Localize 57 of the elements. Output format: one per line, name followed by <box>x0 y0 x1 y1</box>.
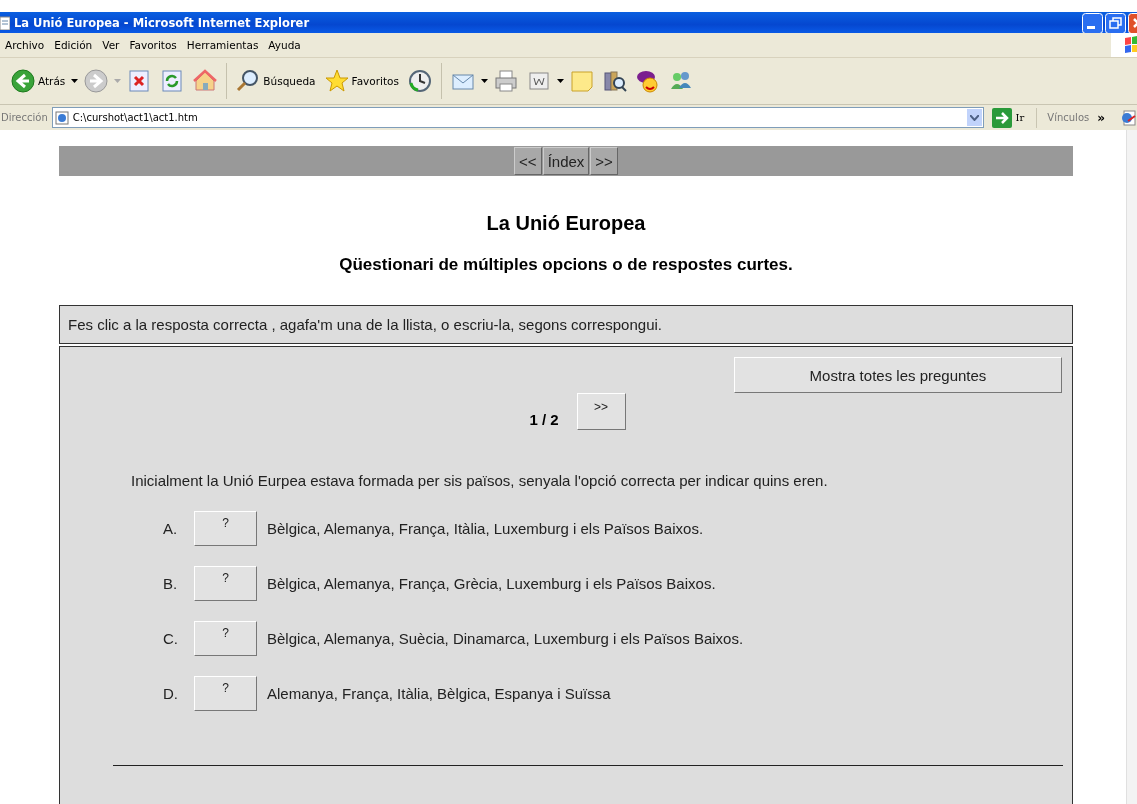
option-text: Bèlgica, Alemanya, Suècia, Dinamarca, Luxemburg i els Països Baixos. <box>267 630 744 647</box>
answer-button[interactable]: ? <box>194 511 257 546</box>
menu-item[interactable]: Ayuda <box>263 37 306 53</box>
address-field[interactable]: C:\curshot\act1\act1.htm <box>51 107 984 128</box>
show-all-button[interactable]: Mostra totes les preguntes <box>734 357 1062 393</box>
go-button[interactable]: Ir <box>987 107 1038 128</box>
back-button[interactable]: Atrás <box>8 67 69 95</box>
question-counter: 1 / 2 <box>529 411 559 428</box>
dropdown-arrow-icon[interactable] <box>71 79 79 83</box>
document-icon <box>1121 109 1137 126</box>
question-text: Inicialment la Unió Eurpea estava formada per sis països, senyala l'opció correcta per indicar quins eren. <box>131 472 829 489</box>
magnifier-icon <box>236 69 261 93</box>
answer-button[interactable]: ? <box>194 676 257 711</box>
nav-button[interactable]: Índex <box>542 147 590 175</box>
star-icon <box>324 69 349 93</box>
links-button[interactable]: Vínculos » <box>1041 110 1111 125</box>
dropdown-arrow-icon[interactable] <box>556 79 564 83</box>
menu-item[interactable]: Edición <box>49 37 98 53</box>
page-subtitle: Qüestionari de múltiples opcions o de respostes curtes. <box>338 255 794 275</box>
smiley-icon <box>635 69 660 93</box>
minimize-icon[interactable] <box>1082 13 1103 34</box>
option-letter: B. <box>163 575 179 592</box>
note-icon <box>569 69 594 93</box>
window-title: La Unió Europea - Microsoft Internet Explorer <box>14 15 310 30</box>
instructions-box: Fes clic a la resposta correcta , agafa'm una de la llista, o escriu-la, segons correspongui. <box>59 305 1073 344</box>
refresh-icon <box>160 69 185 93</box>
menu-item[interactable]: Herramientas <box>181 37 264 53</box>
option-letter: A. <box>163 520 179 537</box>
scrollbar[interactable] <box>1126 130 1137 804</box>
dropdown-arrow-icon[interactable] <box>480 79 488 83</box>
nav-button[interactable]: >> <box>590 147 618 175</box>
clock-icon <box>407 69 432 93</box>
answer-button[interactable]: ? <box>194 566 257 601</box>
nav-button[interactable]: << <box>514 147 542 175</box>
option-letter: D. <box>163 685 179 702</box>
address-label: Dirección <box>1 112 48 123</box>
option-text: Bèlgica, Alemanya, França, Grècia, Luxemburg i els Països Baixos. <box>267 575 716 592</box>
page-title: La Unió Europea <box>485 212 647 235</box>
stop-icon <box>127 69 152 93</box>
option-letter: C. <box>163 630 179 647</box>
option-text: Bèlgica, Alemanya, França, Itàlia, Luxemburg i els Països Baixos. <box>267 520 704 537</box>
search-button[interactable]: Búsqueda <box>233 67 319 95</box>
house-icon <box>193 69 218 93</box>
favorites-button[interactable]: Favoritos <box>321 67 402 95</box>
books-magnifier-icon <box>602 69 627 93</box>
windows-logo-icon <box>1123 35 1137 55</box>
next-button[interactable]: >> <box>576 393 626 430</box>
restore-icon[interactable] <box>1105 13 1126 34</box>
answer-button[interactable]: ? <box>194 621 257 656</box>
option-text: Alemanya, França, Itàlia, Bèlgica, Espanya i Suïssa <box>267 685 611 702</box>
menu-item[interactable]: Favoritos <box>124 37 182 53</box>
menu-item[interactable]: Ver <box>97 37 125 53</box>
menu-item[interactable]: Archivo <box>0 37 50 53</box>
document-icon <box>526 69 551 93</box>
printer-icon <box>493 69 518 93</box>
page-icon <box>54 110 69 125</box>
page-icon <box>0 15 10 30</box>
